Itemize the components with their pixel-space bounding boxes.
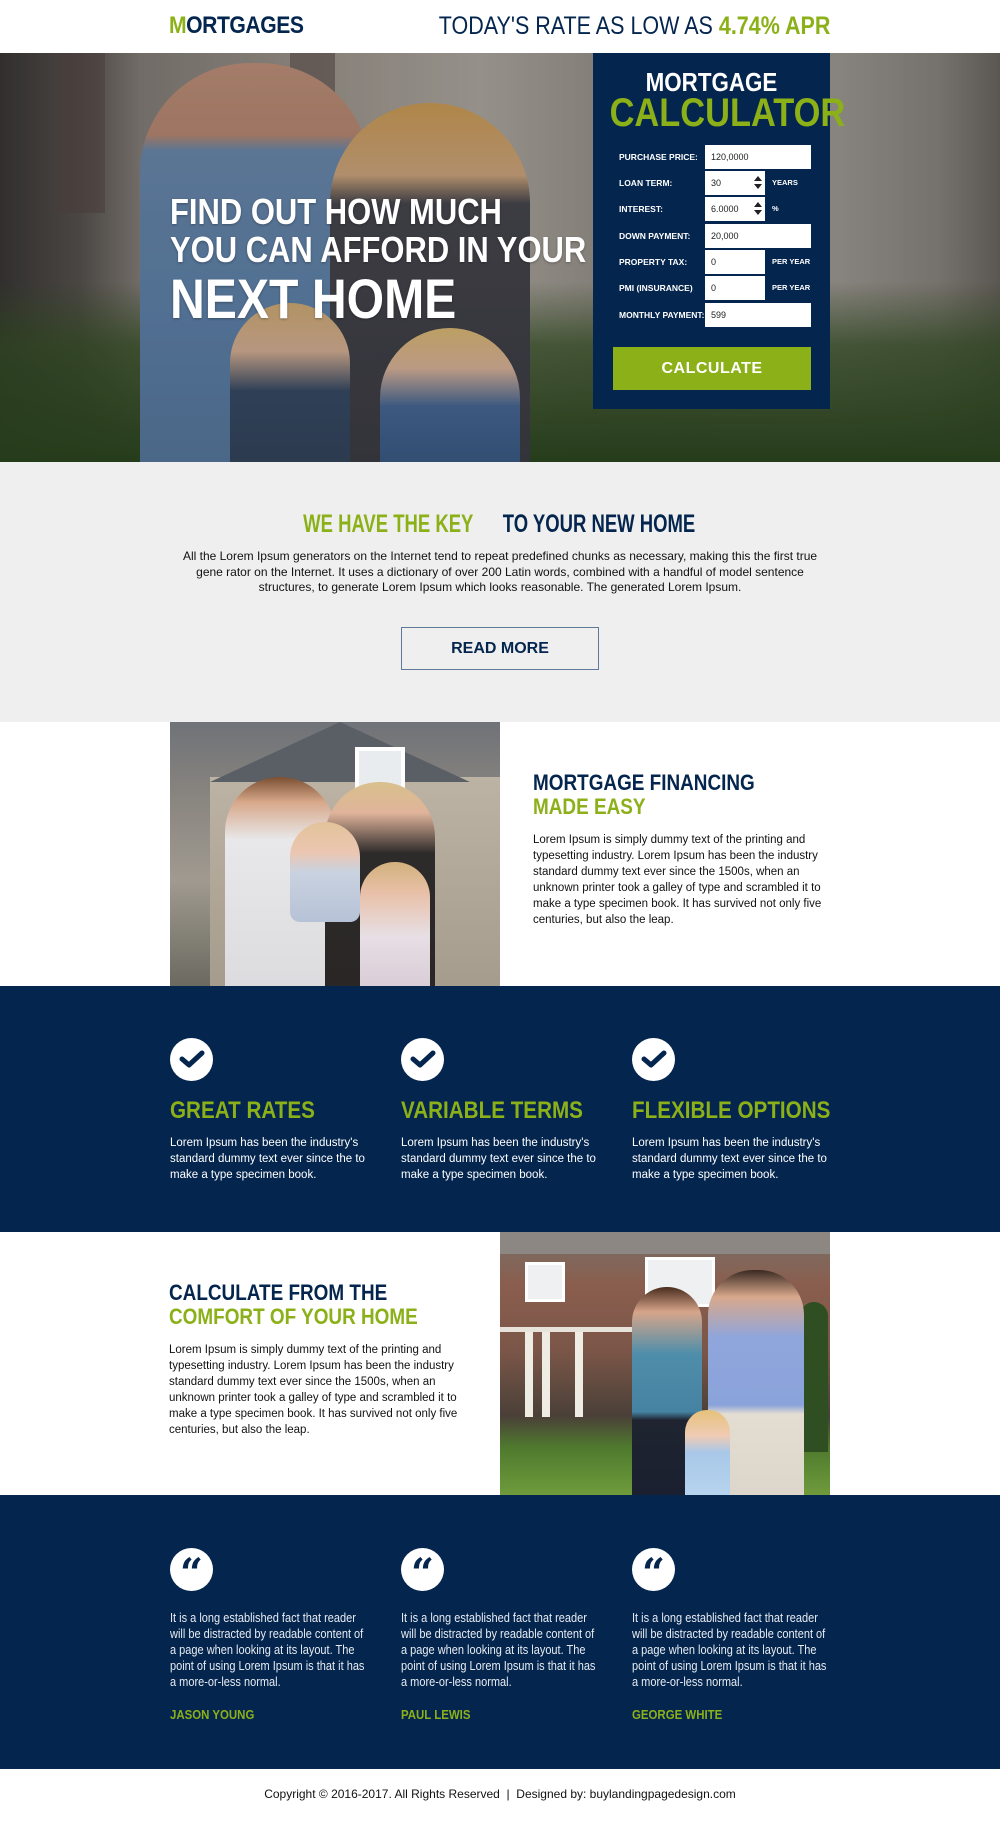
key-section-title: WE HAVE THE KEY TO YOUR NEW HOME bbox=[0, 510, 1000, 539]
interest-label: INTEREST: bbox=[619, 204, 663, 214]
interest-spinner-icon[interactable] bbox=[753, 202, 763, 216]
feature-title: VARIABLE TERMS bbox=[401, 1097, 583, 1124]
purchase-price-input[interactable] bbox=[705, 145, 811, 169]
photo-person bbox=[360, 862, 430, 986]
interest-unit: % bbox=[772, 204, 779, 213]
rate-value: 4.74% APR bbox=[718, 12, 830, 40]
check-circle-icon bbox=[401, 1038, 444, 1081]
pmi-row: PMI (INSURANCE) PER YEAR bbox=[619, 276, 819, 300]
quote-glyph: “ bbox=[179, 1550, 203, 1597]
testimonial-author: JASON YOUNG bbox=[170, 1707, 255, 1722]
financing-title-navy: MORTGAGE FINANCING bbox=[533, 770, 755, 795]
hero-line-1: FIND OUT HOW MUCH bbox=[170, 191, 502, 232]
down-payment-row: DOWN PAYMENT: bbox=[619, 224, 819, 248]
logo-text: ORTGAGES bbox=[186, 12, 304, 39]
quote-icon: “ bbox=[632, 1548, 675, 1597]
interest-row: INTEREST: % bbox=[619, 197, 819, 221]
loan-term-label: LOAN TERM: bbox=[619, 178, 673, 188]
financing-title: MORTGAGE FINANCING MADE EASY bbox=[533, 771, 791, 819]
loan-term-unit: YEARS bbox=[772, 178, 798, 187]
property-tax-input[interactable] bbox=[705, 250, 765, 274]
financing-body: Lorem Ipsum is simply dummy text of the … bbox=[533, 834, 822, 926]
calculate-button[interactable]: CALCULATE bbox=[613, 347, 811, 390]
read-more-button[interactable]: READ MORE bbox=[401, 627, 599, 670]
loan-term-spinner-icon[interactable] bbox=[753, 176, 763, 190]
site-footer: Copyright © 2016-2017. All Rights Reserv… bbox=[0, 1769, 1000, 1822]
photo-house-roof bbox=[210, 722, 470, 782]
feature-body: Lorem Ipsum has been the industry's stan… bbox=[401, 1137, 596, 1181]
testimonial-card: “ It is a long established fact that rea… bbox=[632, 1548, 832, 1722]
family-house-photo bbox=[500, 1232, 830, 1495]
photo-house-column bbox=[542, 1332, 550, 1417]
quote-glyph: “ bbox=[410, 1550, 434, 1597]
testimonial-card: “ It is a long established fact that rea… bbox=[170, 1548, 370, 1722]
purchase-price-label: PURCHASE PRICE: bbox=[619, 152, 698, 162]
photo-house-window bbox=[525, 1262, 565, 1302]
comfort-title: CALCULATE FROM THE COMFORT OF YOUR HOME bbox=[169, 1281, 458, 1329]
feature-body: Lorem Ipsum has been the industry's stan… bbox=[632, 1137, 827, 1181]
comfort-body: Lorem Ipsum is simply dummy text of the … bbox=[169, 1344, 458, 1436]
monthly-payment-input[interactable] bbox=[705, 303, 811, 327]
monthly-payment-row: MONTHLY PAYMENT: bbox=[619, 303, 819, 327]
rate-banner: TODAY'S RATE AS LOW AS 4.74% APR bbox=[438, 12, 830, 41]
testimonial-quote: It is a long established fact that reade… bbox=[632, 1611, 827, 1689]
pmi-input[interactable] bbox=[705, 276, 765, 300]
comfort-title-green: COMFORT OF YOUR HOME bbox=[169, 1304, 418, 1329]
pmi-unit: PER YEAR bbox=[772, 283, 811, 292]
quote-icon: “ bbox=[401, 1548, 444, 1597]
property-tax-label: PROPERTY TAX: bbox=[619, 257, 688, 267]
footer-copyright: Copyright © 2016-2017. All Rights Reserv… bbox=[264, 1787, 736, 1801]
key-title-navy: TO YOUR NEW HOME bbox=[502, 510, 696, 538]
down-payment-input[interactable] bbox=[705, 224, 811, 248]
feature-body: Lorem Ipsum has been the industry's stan… bbox=[170, 1137, 365, 1181]
photo-house-column bbox=[575, 1332, 583, 1417]
family-photo bbox=[170, 722, 500, 986]
logo[interactable]: MORTGAGES bbox=[169, 12, 304, 40]
testimonial-quote: It is a long established fact that reade… bbox=[401, 1611, 596, 1689]
comfort-title-navy: CALCULATE FROM THE bbox=[169, 1280, 388, 1305]
financing-section: MORTGAGE FINANCING MADE EASY Lorem Ipsum… bbox=[0, 722, 1000, 986]
property-tax-unit: PER YEAR bbox=[772, 257, 811, 266]
hero-line-3: NEXT HOME bbox=[170, 267, 457, 330]
testimonial-author: GEORGE WHITE bbox=[632, 1707, 723, 1722]
feature-card: VARIABLE TERMS Lorem Ipsum has been the … bbox=[401, 1038, 601, 1183]
loan-term-row: LOAN TERM: YEARS bbox=[619, 171, 819, 195]
quote-glyph: “ bbox=[641, 1550, 665, 1597]
features-section: GREAT RATES Lorem Ipsum has been the ind… bbox=[0, 986, 1000, 1232]
check-circle-icon bbox=[632, 1038, 675, 1081]
feature-title: FLEXIBLE OPTIONS bbox=[632, 1097, 831, 1124]
hero-headline: FIND OUT HOW MUCH YOU CAN AFFORD IN YOUR… bbox=[170, 193, 654, 329]
key-section: WE HAVE THE KEY TO YOUR NEW HOME All the… bbox=[0, 462, 1000, 722]
purchase-price-row: PURCHASE PRICE: bbox=[619, 145, 819, 169]
testimonial-quote: It is a long established fact that reade… bbox=[170, 1611, 365, 1689]
feature-title: GREAT RATES bbox=[170, 1097, 315, 1124]
site-header: MORTGAGES TODAY'S RATE AS LOW AS 4.74% A… bbox=[0, 0, 1000, 53]
check-circle-icon bbox=[170, 1038, 213, 1081]
monthly-payment-label: MONTHLY PAYMENT: bbox=[619, 310, 705, 320]
financing-title-green: MADE EASY bbox=[533, 794, 646, 819]
testimonial-card: “ It is a long established fact that rea… bbox=[401, 1548, 601, 1722]
rate-prefix: TODAY'S RATE AS LOW AS bbox=[438, 12, 719, 40]
logo-accent: M bbox=[169, 12, 187, 39]
photo-house-roof bbox=[500, 1232, 830, 1254]
photo-person bbox=[290, 822, 360, 922]
feature-card: GREAT RATES Lorem Ipsum has been the ind… bbox=[170, 1038, 370, 1183]
testimonial-author: PAUL LEWIS bbox=[401, 1707, 471, 1722]
photo-tree bbox=[800, 1302, 828, 1452]
testimonials-section: “ It is a long established fact that rea… bbox=[0, 1495, 1000, 1769]
hero-section: FIND OUT HOW MUCH YOU CAN AFFORD IN YOUR… bbox=[0, 53, 1000, 462]
down-payment-label: DOWN PAYMENT: bbox=[619, 231, 691, 241]
comfort-section: CALCULATE FROM THE COMFORT OF YOUR HOME … bbox=[0, 1232, 1000, 1495]
pmi-label: PMI (INSURANCE) bbox=[619, 283, 693, 293]
photo-house-column bbox=[525, 1332, 533, 1417]
photo-person bbox=[685, 1410, 730, 1495]
quote-icon: “ bbox=[170, 1548, 213, 1597]
hero-line-2: YOU CAN AFFORD IN YOUR bbox=[170, 229, 587, 270]
mortgage-calculator: MORTGAGE CALCULATOR PURCHASE PRICE: LOAN… bbox=[593, 53, 846, 409]
feature-card: FLEXIBLE OPTIONS Lorem Ipsum has been th… bbox=[632, 1038, 832, 1183]
property-tax-row: PROPERTY TAX: PER YEAR bbox=[619, 250, 819, 274]
key-title-green: WE HAVE THE KEY bbox=[303, 510, 474, 538]
calculator-title-bottom: CALCULATOR bbox=[609, 91, 846, 135]
key-section-body: All the Lorem Ipsum generators on the In… bbox=[182, 549, 818, 594]
